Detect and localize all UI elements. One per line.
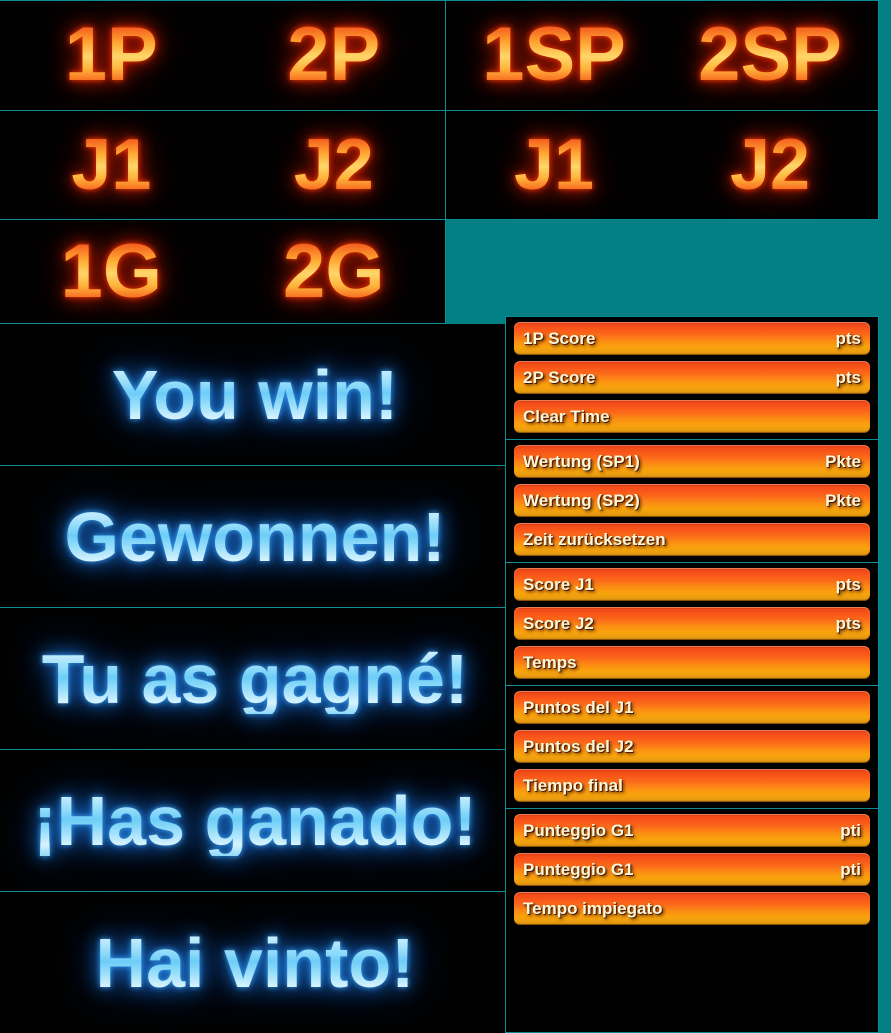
win-message-spanish: ¡Has ganado! xyxy=(0,750,510,891)
label-2g: 2G xyxy=(283,228,385,314)
score-bar-unit: pts xyxy=(835,613,862,633)
label-2sp: 2SP xyxy=(698,12,842,97)
label-j1-left: J1 xyxy=(71,125,152,205)
score-bar-2p-score[interactable]: 2P Score pts xyxy=(514,361,870,394)
score-bar-unit: pti xyxy=(840,820,861,840)
score-bar-label: Punteggio G1 xyxy=(523,820,634,840)
score-bar-label: Clear Time xyxy=(523,406,610,426)
grid-line-v2 xyxy=(878,0,879,220)
score-bar-label: Punteggio G1 xyxy=(523,859,634,879)
score-bar-label: Wertung (SP1) xyxy=(523,451,640,471)
score-bar-1p-score[interactable]: 1P Score pts xyxy=(514,322,870,355)
score-bar-label: Score J2 xyxy=(523,613,594,633)
score-bar-punteggio-g1-b[interactable]: Punteggio G1 pti xyxy=(514,853,870,886)
win-divider-3 xyxy=(0,749,510,750)
score-group-english: 1P Score pts 2P Score pts Clear Time xyxy=(506,317,878,440)
score-bar-puntos-j2[interactable]: Puntos del J2 xyxy=(514,730,870,763)
win-message-italian: Hai vinto! xyxy=(0,892,510,1033)
win-divider-1 xyxy=(0,465,510,466)
score-bar-label: Score J1 xyxy=(523,574,594,594)
cell-j1-j2-left: J1 J2 xyxy=(0,111,445,219)
score-bar-unit: Pkte xyxy=(825,490,861,510)
score-bar-label: Wertung (SP2) xyxy=(523,490,640,510)
score-bar-label: Zeit zurücksetzen xyxy=(523,529,666,549)
score-group-italian: Punteggio G1 pti Punteggio G1 pti Tempo … xyxy=(506,809,878,931)
score-group-spanish: Puntos del J1 Puntos del J2 Tiempo final xyxy=(506,686,878,809)
score-bar-label: Tiempo final xyxy=(523,775,623,795)
score-group-french: Score J1 pts Score J2 pts Temps xyxy=(506,563,878,686)
score-bar-clear-time[interactable]: Clear Time xyxy=(514,400,870,433)
win-message-german: Gewonnen! xyxy=(0,466,510,607)
cell-1g-2g: 1G 2G xyxy=(0,220,445,323)
score-bar-temps[interactable]: Temps xyxy=(514,646,870,679)
score-bar-score-j2[interactable]: Score J2 pts xyxy=(514,607,870,640)
win-divider-2 xyxy=(0,607,510,608)
score-bar-label: Puntos del J2 xyxy=(523,736,634,756)
score-bar-punteggio-g1-a[interactable]: Punteggio G1 pti xyxy=(514,814,870,847)
grid-line-h1 xyxy=(0,110,878,111)
label-j2-left: J2 xyxy=(293,125,374,205)
grid-line-h0 xyxy=(0,0,878,1)
label-j2-right: J2 xyxy=(729,125,811,205)
score-bar-label: 1P Score xyxy=(523,328,596,348)
grid-line-h2 xyxy=(0,219,878,220)
label-2p: 2P xyxy=(287,12,381,97)
cell-1p-2p: 1P 2P xyxy=(0,0,445,110)
label-1sp: 1SP xyxy=(482,12,626,97)
score-bar-unit: pts xyxy=(835,367,862,387)
win-divider-4 xyxy=(0,891,510,892)
score-group-german: Wertung (SP1) Pkte Wertung (SP2) Pkte Ze… xyxy=(506,440,878,563)
score-bar-wertung-sp1[interactable]: Wertung (SP1) Pkte xyxy=(514,445,870,478)
cell-j1-j2-right: J1 J2 xyxy=(446,111,878,219)
score-bar-zeit-zuruecksetzen[interactable]: Zeit zurücksetzen xyxy=(514,523,870,556)
grid-line-v1 xyxy=(445,0,446,324)
label-1p: 1P xyxy=(64,12,158,97)
score-bar-label: Temps xyxy=(523,652,577,672)
label-j1-right: J1 xyxy=(513,125,595,205)
score-bar-label: 2P Score xyxy=(523,367,596,387)
score-bar-unit: pts xyxy=(835,328,862,348)
score-bar-puntos-j1[interactable]: Puntos del J1 xyxy=(514,691,870,724)
win-text-french: Tu as gagné! xyxy=(41,639,469,718)
score-bar-unit: pti xyxy=(840,859,861,879)
score-bar-score-j1[interactable]: Score J1 pts xyxy=(514,568,870,601)
cell-1sp-2sp: 1SP 2SP xyxy=(446,0,878,110)
score-bar-wertung-sp2[interactable]: Wertung (SP2) Pkte xyxy=(514,484,870,517)
score-bar-label: Tempo impiegato xyxy=(523,898,663,918)
win-message-french: Tu as gagné! xyxy=(0,608,510,749)
win-text-spanish: ¡Has ganado! xyxy=(33,781,477,860)
score-bar-tempo-impiegato[interactable]: Tempo impiegato xyxy=(514,892,870,925)
score-bar-unit: Pkte xyxy=(825,451,861,471)
sprite-sheet-canvas: 1P 2P 1SP 2SP J1 J2 J1 J2 1G 2G You win!… xyxy=(0,0,891,1033)
win-text-italian: Hai vinto! xyxy=(95,923,415,1002)
score-bar-unit: pts xyxy=(835,574,862,594)
score-bar-panel: 1P Score pts 2P Score pts Clear Time Wer… xyxy=(505,316,879,1033)
grid-line-h3 xyxy=(0,323,445,324)
win-text-german: Gewonnen! xyxy=(64,497,446,576)
label-1g: 1G xyxy=(60,228,162,314)
win-message-english: You win! xyxy=(0,324,510,465)
win-text-english: You win! xyxy=(111,355,399,434)
score-bar-label: Puntos del J1 xyxy=(523,697,634,717)
score-bar-tiempo-final[interactable]: Tiempo final xyxy=(514,769,870,802)
